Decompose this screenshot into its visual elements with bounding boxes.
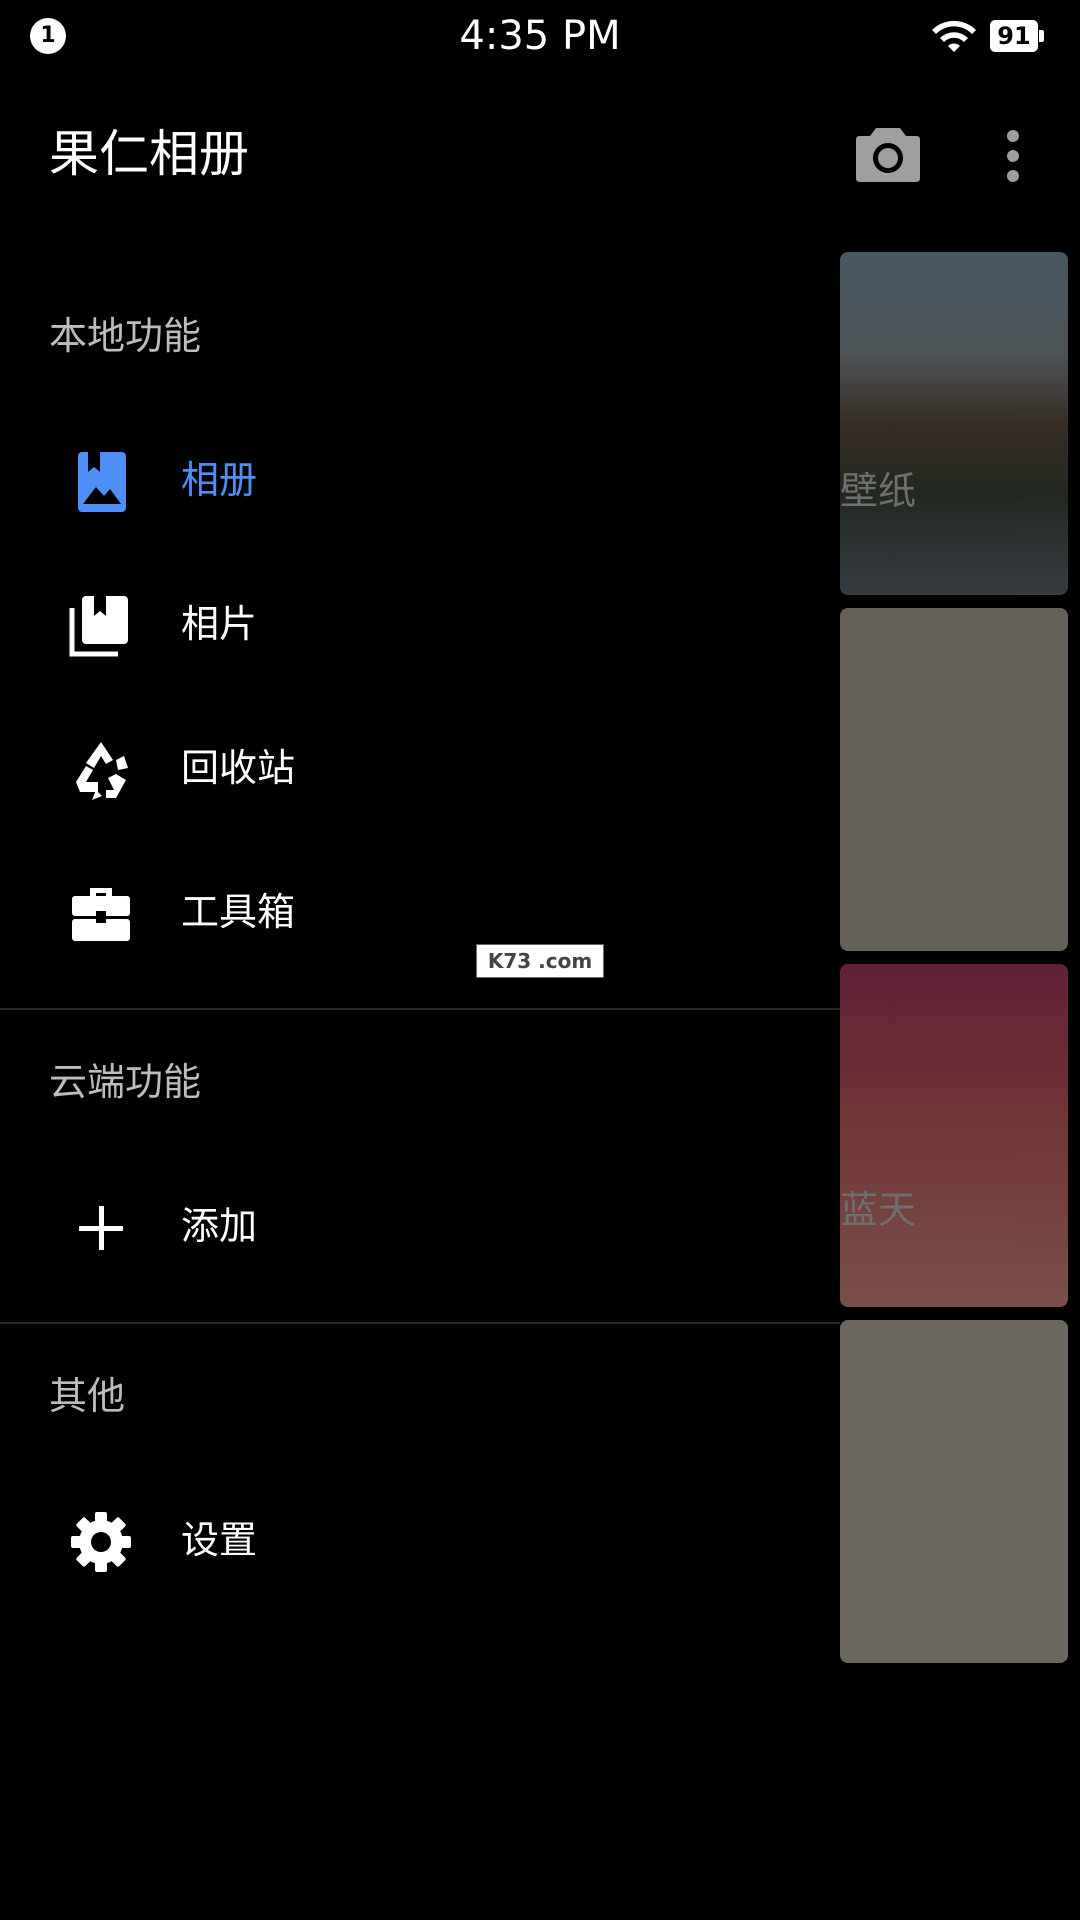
battery-indicator: 91 (990, 20, 1046, 52)
drawer-item-albums[interactable]: 相册 (0, 420, 840, 540)
section-header-local: 本地功能 (49, 314, 202, 358)
drawer-item-label: 相片 (181, 602, 258, 646)
watermark-logo: K73 .com (476, 944, 604, 978)
status-bar: 1 4:35 PM 91 (0, 0, 1080, 72)
battery-cap (1039, 30, 1044, 42)
drawer-item-label: 设置 (181, 1518, 258, 1562)
app-title: 果仁相册 (49, 125, 249, 183)
section-divider (0, 1322, 840, 1324)
wifi-icon (932, 20, 976, 52)
drawer-item-label: 回收站 (181, 746, 296, 790)
drawer-item-toolbox[interactable]: 工具箱 (0, 852, 840, 972)
drawer-item-label: 工具箱 (181, 890, 296, 934)
album-label: 蓝天 (840, 1188, 917, 1232)
drawer-item-settings[interactable]: 设置 (0, 1480, 840, 1600)
settings-icon (71, 1512, 131, 1572)
status-time: 4:35 PM (459, 13, 621, 59)
navigation-drawer: 本地功能 相册 相片 回收站 工具箱 云端功能 添加 其他 设置 (0, 218, 840, 1920)
add-icon (79, 1206, 123, 1250)
section-header-other: 其他 (49, 1374, 126, 1418)
album-card[interactable]: 蓝天 (840, 964, 1068, 1307)
drawer-item-label: 添加 (181, 1204, 258, 1248)
drawer-item-photos[interactable]: 相片 (0, 564, 840, 684)
camera-icon[interactable] (856, 124, 920, 182)
recycle-icon (76, 742, 128, 800)
drawer-item-add[interactable]: 添加 (0, 1166, 840, 1286)
album-label: 壁纸 (840, 469, 917, 513)
toolbox-icon (72, 888, 130, 941)
drawer-item-label: 相册 (181, 458, 258, 502)
section-divider (0, 1008, 840, 1010)
section-header-cloud: 云端功能 (49, 1060, 202, 1104)
album-card[interactable]: 壁纸 (840, 252, 1068, 595)
more-vert-icon[interactable] (995, 128, 1031, 184)
photo-library-icon (69, 596, 128, 657)
album-card[interactable] (840, 1320, 1068, 1663)
album-card[interactable] (840, 608, 1068, 951)
photo-album-icon (78, 452, 126, 512)
battery-level: 91 (990, 20, 1038, 52)
drawer-item-recycle-bin[interactable]: 回收站 (0, 708, 840, 828)
